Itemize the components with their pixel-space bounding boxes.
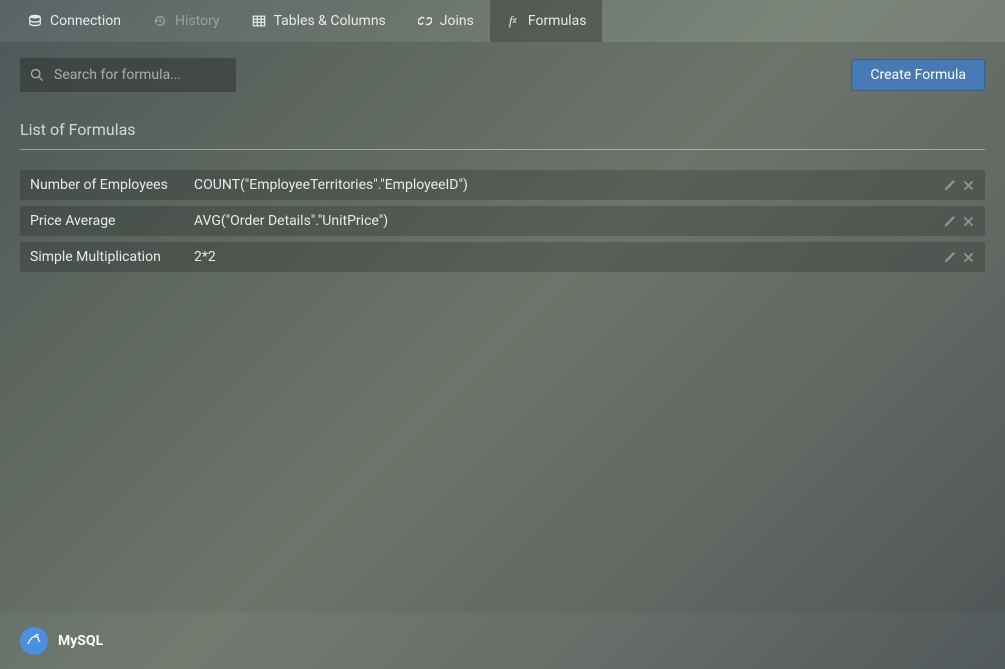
formula-row[interactable]: Price Average AVG("Order Details"."UnitP… [20, 206, 985, 236]
table-icon [252, 14, 266, 28]
search-input[interactable] [20, 58, 236, 92]
footer: MySQL [0, 613, 1005, 669]
edit-icon[interactable] [943, 215, 956, 228]
tab-tables-columns[interactable]: Tables & Columns [236, 0, 402, 42]
tab-label: History [175, 13, 220, 29]
tab-label: Tables & Columns [274, 13, 386, 29]
link-icon [418, 14, 432, 28]
close-icon[interactable] [962, 179, 975, 192]
section-title: List of Formulas [20, 120, 985, 150]
database-icon [28, 14, 42, 28]
formula-list: Number of Employees COUNT("EmployeeTerri… [20, 170, 985, 272]
search-wrapper [20, 58, 236, 92]
mysql-icon [20, 627, 48, 655]
edit-icon[interactable] [943, 251, 956, 264]
tab-label: Joins [440, 13, 474, 29]
close-icon[interactable] [962, 251, 975, 264]
formula-actions [943, 179, 975, 192]
tab-connection[interactable]: Connection [12, 0, 137, 42]
formula-row[interactable]: Number of Employees COUNT("EmployeeTerri… [20, 170, 985, 200]
search-icon [30, 68, 44, 82]
formula-expression: AVG("Order Details"."UnitPrice") [194, 213, 943, 229]
tab-bar: Connection History Tables & Columns [0, 0, 1005, 42]
tab-history: History [137, 0, 236, 42]
content-area: Create Formula List of Formulas Number o… [0, 42, 1005, 613]
formula-row[interactable]: Simple Multiplication 2*2 [20, 242, 985, 272]
formula-name: Number of Employees [30, 177, 194, 193]
tab-label: Formulas [528, 13, 587, 29]
tab-formulas[interactable]: fx Formulas [490, 0, 603, 42]
close-icon[interactable] [962, 215, 975, 228]
fx-icon: fx [506, 14, 520, 28]
toolbar: Create Formula [20, 58, 985, 92]
edit-icon[interactable] [943, 179, 956, 192]
connection-name: MySQL [58, 633, 103, 649]
formula-expression: COUNT("EmployeeTerritories"."EmployeeID"… [194, 177, 943, 193]
history-icon [153, 14, 167, 28]
tab-label: Connection [50, 13, 121, 29]
formula-expression: 2*2 [194, 249, 943, 265]
formula-name: Price Average [30, 213, 194, 229]
formula-actions [943, 251, 975, 264]
tab-joins[interactable]: Joins [402, 0, 490, 42]
create-formula-button[interactable]: Create Formula [851, 59, 985, 91]
formula-actions [943, 215, 975, 228]
formula-name: Simple Multiplication [30, 249, 194, 265]
